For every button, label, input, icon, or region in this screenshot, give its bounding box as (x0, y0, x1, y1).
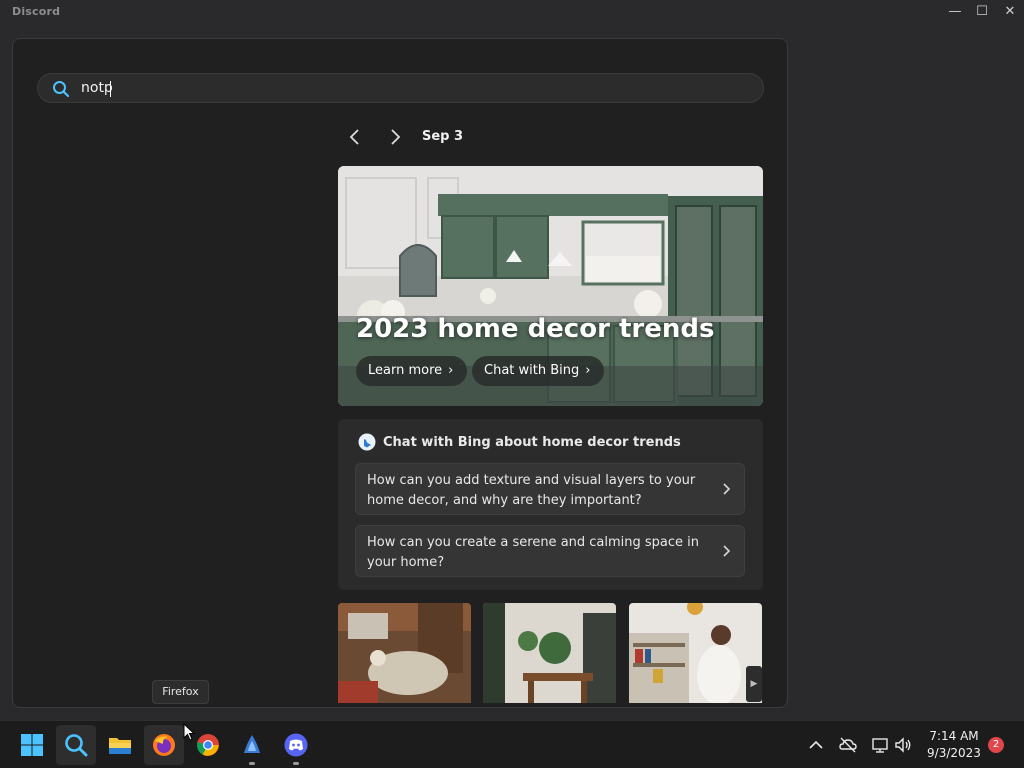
taskbar-firefox[interactable] (144, 725, 184, 765)
taskbar-search-button[interactable] (56, 725, 96, 765)
search-panel: notp Sep 3 2023 home decor trends Learn … (12, 38, 788, 708)
bing-question-text: How can you create a serene and calming … (367, 535, 700, 570)
hero-title: 2023 home decor trends (356, 314, 715, 344)
bookshelf-room-thumbnail[interactable] (629, 603, 762, 703)
living-room-thumbnail[interactable] (338, 603, 471, 703)
hero-card[interactable]: 2023 home decor trends Learn more › Chat … (338, 166, 763, 406)
chevron-right-icon: › (448, 363, 454, 378)
file-explorer-icon (109, 738, 131, 754)
volume-icon[interactable] (893, 735, 913, 755)
taskbar-file-explorer[interactable] (100, 725, 140, 765)
minimize-button[interactable]: — (942, 2, 968, 22)
bookshelf-room-image (629, 603, 762, 703)
start-icon (21, 734, 43, 756)
close-button[interactable]: ✕ (997, 2, 1023, 22)
bing-question-text: How can you add texture and visual layer… (367, 473, 696, 508)
show-hidden-icons-chevron-icon[interactable] (806, 735, 826, 755)
onedrive-offline-icon[interactable] (838, 735, 858, 755)
notification-badge[interactable]: 2 (988, 737, 1004, 753)
bing-chat-card: Chat with Bing about home decor trends H… (338, 419, 763, 590)
title-bar: Discord — ☐ ✕ (0, 0, 1024, 24)
taskbar-discord[interactable] (276, 725, 316, 765)
taskbar-app[interactable] (232, 725, 272, 765)
app-title: Discord (12, 5, 61, 18)
network-icon[interactable] (870, 735, 890, 755)
chevron-right-icon: › (585, 363, 591, 378)
text-caret (110, 81, 111, 97)
firefox-icon (153, 734, 175, 756)
chat-with-bing-label: Chat with Bing (484, 363, 580, 378)
thumbnail-scroll-right-button[interactable]: ▶ (746, 666, 762, 702)
search-icon (53, 81, 70, 98)
clock-time[interactable]: 7:14 AM (922, 729, 986, 743)
living-room-image (338, 603, 471, 703)
mouse-cursor-icon (183, 723, 195, 741)
bing-logo-icon (358, 433, 376, 451)
start-button[interactable] (12, 725, 52, 765)
chrome-icon (197, 734, 219, 756)
firefox-tooltip: Firefox (152, 680, 209, 704)
learn-more-label: Learn more (368, 363, 443, 378)
bing-card-header: Chat with Bing about home decor trends (383, 435, 681, 450)
next-arrow-icon[interactable] (385, 127, 405, 147)
bing-question-1[interactable]: How can you add texture and visual layer… (355, 463, 745, 515)
running-indicator (293, 762, 299, 765)
search-icon (65, 734, 88, 757)
app-icon (244, 735, 260, 753)
chevron-right-icon (723, 483, 731, 495)
dining-room-thumbnail[interactable] (483, 603, 616, 703)
chevron-right-icon (723, 545, 731, 557)
search-input[interactable]: notp (81, 80, 113, 96)
search-bar[interactable]: notp (37, 73, 764, 103)
taskbar: 7:14 AM 9/3/2023 2 (0, 720, 1024, 768)
learn-more-button[interactable]: Learn more › (356, 356, 468, 386)
maximize-button[interactable]: ☐ (969, 2, 995, 22)
bing-question-2[interactable]: How can you create a serene and calming … (355, 525, 745, 577)
discord-icon (284, 733, 308, 757)
chat-with-bing-button[interactable]: Chat with Bing › (472, 356, 605, 386)
clock-date[interactable]: 9/3/2023 (922, 746, 986, 760)
feed-date: Sep 3 (422, 129, 464, 144)
previous-arrow-icon[interactable] (345, 127, 365, 147)
running-indicator (249, 762, 255, 765)
dining-room-image (483, 603, 616, 703)
